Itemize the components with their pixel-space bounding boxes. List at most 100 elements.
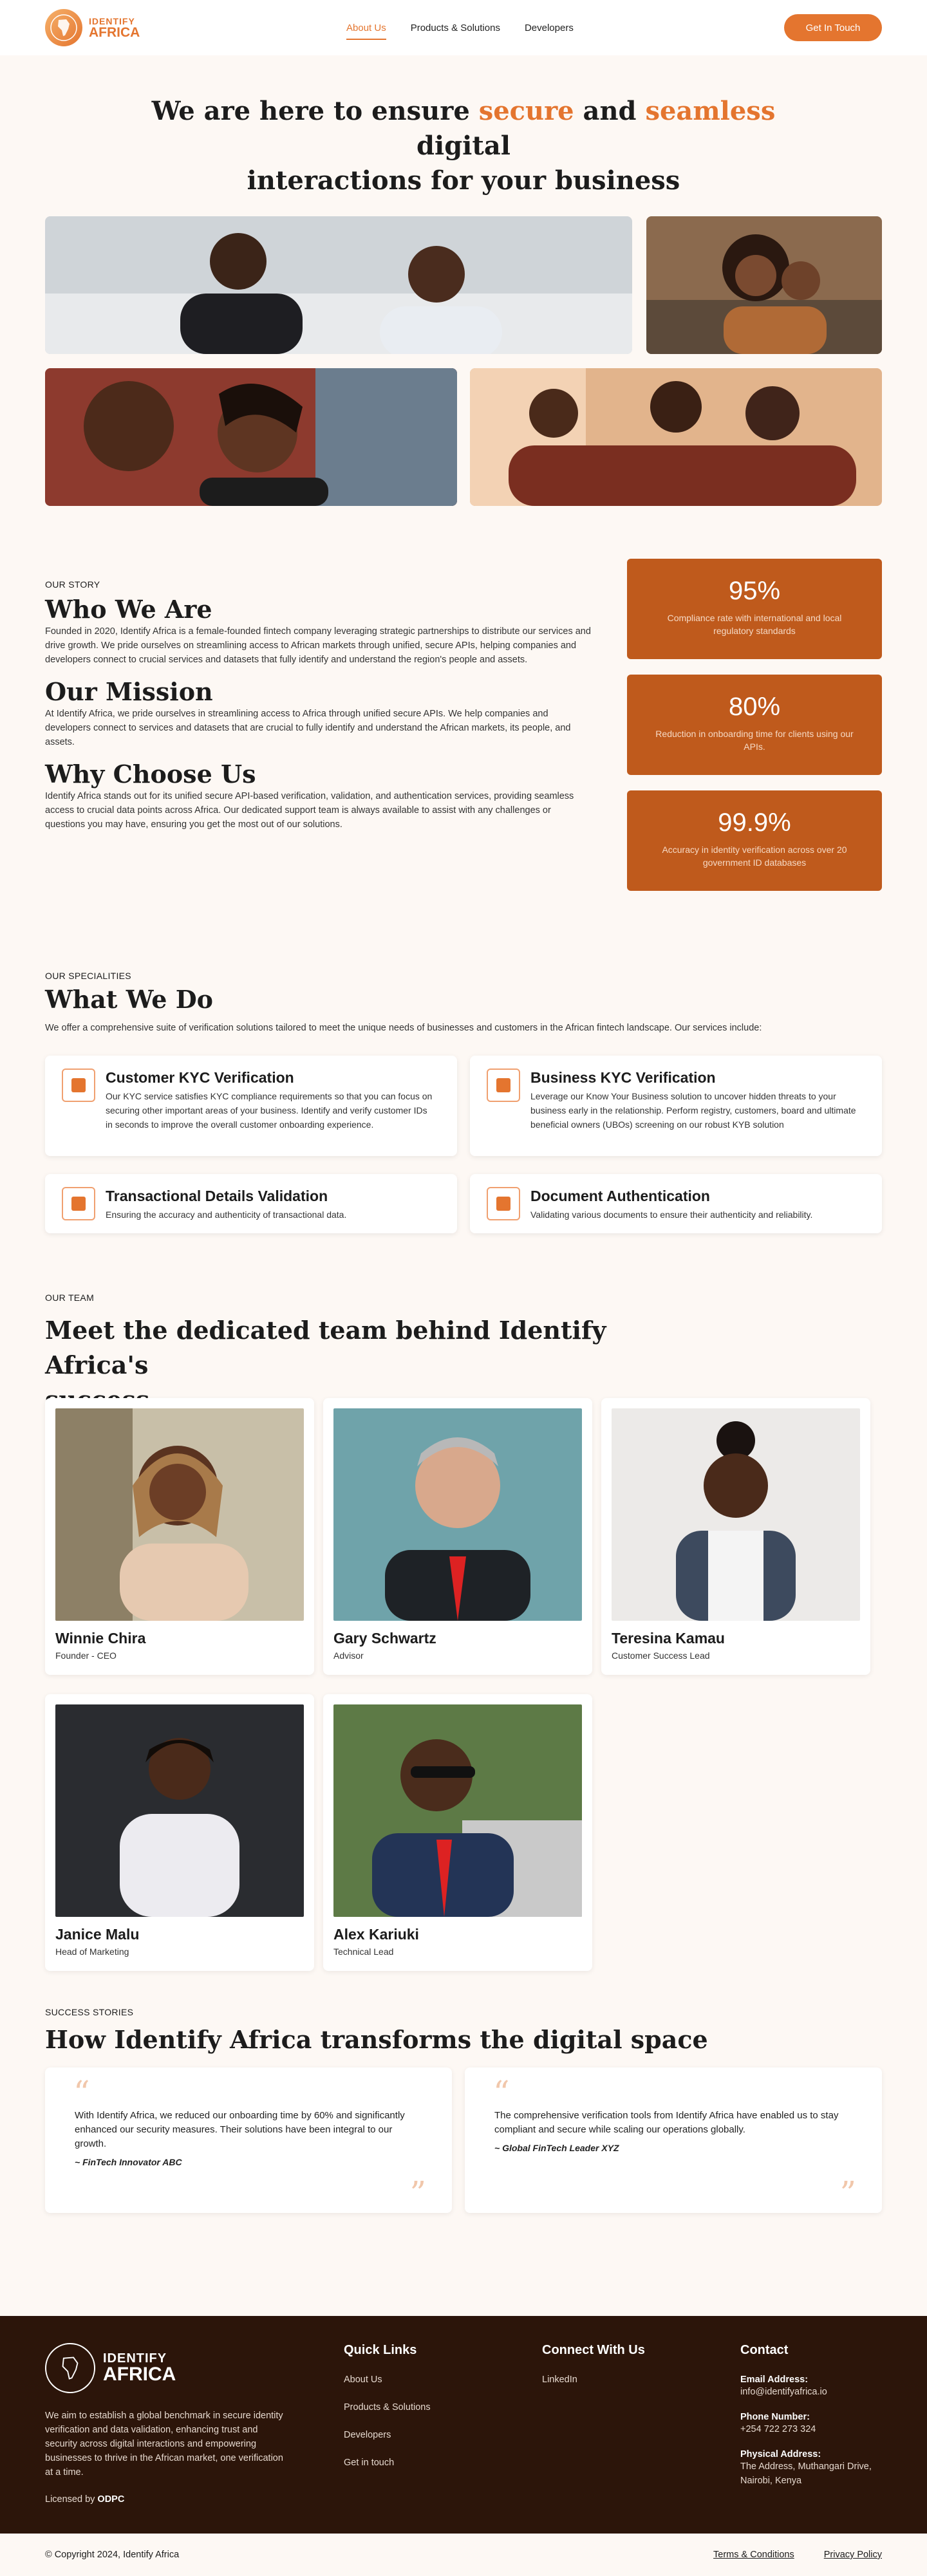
what-we-do-title: What We Do [45, 985, 213, 1014]
footer-licensed-by: ODPC [97, 2494, 125, 2505]
who-we-are-title: Who We Are [45, 595, 212, 624]
specialities-section: OUR SPECIALITIES What We Do We offer a c… [45, 971, 882, 1293]
why-choose-us-text: Identify Africa stands out for its unifi… [45, 791, 574, 830]
service-description: Ensuring the accuracy and authenticity o… [106, 1209, 347, 1220]
hero-photo-two-women [646, 216, 882, 354]
get-in-touch-button[interactable]: Get In Touch [784, 14, 882, 41]
africa-globe-icon [45, 9, 82, 46]
brand-name-top: IDENTIFY [89, 15, 135, 26]
contact-title: Contact [740, 2343, 789, 2357]
service-title: Transactional Details Validation [106, 1188, 328, 1204]
nav-about-us[interactable]: About Us [346, 0, 386, 55]
success-stories-section: SUCCESS STORIES How Identify Africa tran… [45, 2007, 882, 2316]
team-member-name: Gary Schwartz [333, 1630, 436, 1647]
footer-brand-top: IDENTIFY [103, 2351, 167, 2366]
service-card-document-authentication[interactable]: Document Authentication Validating vario… [470, 1174, 882, 1233]
team-member-name: Janice Malu [55, 1926, 140, 1943]
footer-logo[interactable]: IDENTIFY AFRICA [45, 2343, 283, 2393]
team-member-name: Alex Kariuki [333, 1926, 419, 1943]
nav-developers[interactable]: Developers [525, 0, 574, 55]
nav-products-solutions[interactable]: Products & Solutions [411, 0, 500, 55]
footer-brand-column: IDENTIFY AFRICA We aim to establish a gl… [45, 2343, 283, 2506]
copyright-text: © Copyright 2024, Identify Africa [45, 2550, 180, 2560]
stat-card-accuracy: 99.9% Accuracy in identity verification … [627, 790, 882, 891]
stat-value: 99.9% [718, 808, 791, 837]
team-member-photo [612, 1408, 860, 1621]
testimonial-author: ~ FinTech Innovator ABC [75, 2157, 182, 2167]
hero-photo-two-men [45, 216, 632, 354]
close-quote-icon: ” [409, 2174, 426, 2212]
stat-label: Compliance rate with international and l… [667, 613, 842, 636]
footer-link-developers[interactable]: Developers [344, 2430, 431, 2440]
team-member-card: Winnie Chira Founder - CEO [45, 1398, 314, 1675]
stories-title: How Identify Africa transforms the digit… [45, 2025, 708, 2054]
hero-title-accent: secure [478, 96, 574, 126]
spec-eyebrow: OUR SPECIALITIES [45, 971, 131, 981]
team-member-role: Technical Lead [333, 1946, 394, 1957]
service-title: Business KYC Verification [530, 1069, 716, 1086]
team-member-photo [55, 1408, 304, 1621]
main-menu: About Us Products & Solutions Developers [346, 0, 574, 55]
stat-value: 95% [728, 577, 781, 605]
wallet-icon [62, 1187, 95, 1220]
team-member-role: Advisor [333, 1650, 364, 1661]
testimonial-text: With Identify Africa, we reduced our onb… [75, 2110, 405, 2149]
top-nav: IDENTIFY AFRICA About Us Products & Solu… [0, 0, 927, 55]
stat-label: Accuracy in identity verification across… [662, 845, 847, 868]
service-title: Customer KYC Verification [106, 1069, 294, 1086]
team-member-role: Founder - CEO [55, 1650, 117, 1661]
footer-link-get-in-touch[interactable]: Get in touch [344, 2458, 431, 2468]
stat-label: Reduction in onboarding time for clients… [655, 729, 854, 752]
service-card-business-kyc[interactable]: Business KYC Verification Leverage our K… [470, 1056, 882, 1156]
footer-link-products-solutions[interactable]: Products & Solutions [344, 2402, 431, 2413]
hero-title-line2: interactions for your business [247, 165, 680, 196]
footer-contact: Contact Email Address: info@identifyafri… [740, 2343, 888, 2488]
our-mission-text: At Identify Africa, we pride ourselves i… [45, 709, 571, 747]
document-icon [487, 1187, 520, 1220]
hero-image-grid [45, 216, 882, 506]
phone-value[interactable]: +254 722 273 324 [740, 2422, 888, 2436]
hero-title-part: digital [417, 131, 510, 161]
service-description: Our KYC service satisfies KYC compliance… [106, 1091, 433, 1130]
privacy-link[interactable]: Privacy Policy [824, 2550, 882, 2560]
testimonial-text: The comprehensive verification tools fro… [494, 2110, 839, 2135]
brand-logo[interactable]: IDENTIFY AFRICA [45, 9, 140, 46]
footer-link-linkedin[interactable]: LinkedIn [542, 2375, 645, 2385]
address-value: The Address, Muthangari Drive, Nairobi, … [740, 2461, 872, 2486]
terms-link[interactable]: Terms & Conditions [713, 2550, 794, 2560]
phone-label: Phone Number: [740, 2412, 810, 2422]
team-member-card: Janice Malu Head of Marketing [45, 1694, 314, 1971]
hero-photo-group-friends [470, 368, 882, 506]
team-member-photo [55, 1704, 304, 1917]
footer-quick-links: Quick Links About Us Products & Solution… [344, 2343, 431, 2485]
open-quote-icon: “ [73, 2074, 90, 2111]
stories-eyebrow: SUCCESS STORIES [45, 2007, 134, 2017]
stat-card-compliance: 95% Compliance rate with international a… [627, 559, 882, 659]
close-quote-icon: ” [839, 2174, 856, 2212]
user-id-icon [62, 1069, 95, 1102]
testimonial-author: ~ Global FinTech Leader XYZ [494, 2143, 619, 2153]
team-member-card: Gary Schwartz Advisor [323, 1398, 592, 1675]
team-member-photo [333, 1408, 582, 1621]
connect-title: Connect With Us [542, 2343, 645, 2357]
service-description: Leverage our Know Your Business solution… [530, 1091, 856, 1130]
address-label: Physical Address: [740, 2449, 821, 2459]
team-member-name: Winnie Chira [55, 1630, 146, 1647]
team-member-name: Teresina Kamau [612, 1630, 725, 1647]
service-card-customer-kyc[interactable]: Customer KYC Verification Our KYC servic… [45, 1056, 457, 1156]
footer-licensed-label: Licensed by [45, 2494, 98, 2505]
footer-link-about-us[interactable]: About Us [344, 2375, 431, 2385]
site-footer: IDENTIFY AFRICA We aim to establish a gl… [0, 2316, 927, 2534]
open-quote-icon: “ [493, 2074, 510, 2111]
email-value[interactable]: info@identifyafrica.io [740, 2385, 888, 2399]
what-we-do-intro: We offer a comprehensive suite of verifi… [45, 1023, 762, 1033]
service-card-transactional-validation[interactable]: Transactional Details Validation Ensurin… [45, 1174, 457, 1233]
stat-value: 80% [728, 693, 781, 721]
who-we-are-text: Founded in 2020, Identify Africa is a fe… [45, 626, 591, 665]
why-choose-us-title: Why Choose Us [45, 760, 256, 789]
team-member-card: Alex Kariuki Technical Lead [323, 1694, 592, 1971]
testimonial-card: “ The comprehensive verification tools f… [465, 2067, 882, 2213]
team-member-role: Customer Success Lead [612, 1650, 710, 1661]
team-member-card: Teresina Kamau Customer Success Lead [601, 1398, 870, 1675]
quick-links-title: Quick Links [344, 2343, 417, 2357]
